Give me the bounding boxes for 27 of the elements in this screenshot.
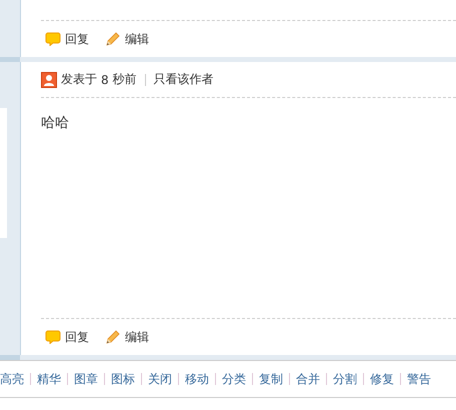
pencil-icon xyxy=(105,329,121,345)
author-only-link[interactable]: 只看该作者 xyxy=(154,71,214,88)
reply-link[interactable]: 回复 xyxy=(45,30,89,48)
time-unit: 秒前 xyxy=(112,71,137,88)
moderation-link[interactable]: 分割 xyxy=(333,370,357,388)
moderation-link[interactable]: 关闭 xyxy=(148,370,172,388)
pencil-icon xyxy=(105,31,121,47)
moderation-link[interactable]: 图标 xyxy=(111,370,135,388)
moderation-link[interactable]: 精华 xyxy=(37,370,61,388)
moderation-link[interactable]: 合并 xyxy=(296,370,320,388)
reply-link[interactable]: 回复 xyxy=(45,328,89,346)
moderation-link[interactable]: 分类 xyxy=(222,370,246,388)
moderation-link[interactable]: 修复 xyxy=(370,370,394,388)
edit-link[interactable]: 编辑 xyxy=(105,30,149,48)
moderation-link[interactable]: 高亮 xyxy=(0,370,24,388)
post-content: 哈哈 xyxy=(41,114,69,132)
moderation-link[interactable]: 警告 xyxy=(407,370,431,388)
user-avatar-icon xyxy=(41,72,57,88)
time-number: 8 xyxy=(101,72,109,86)
speech-bubble-icon xyxy=(45,32,61,46)
moderation-link[interactable]: 移动 xyxy=(185,370,209,388)
speech-bubble-icon xyxy=(45,330,61,344)
edit-link[interactable]: 编辑 xyxy=(105,328,149,346)
posted-label: 发表于 xyxy=(61,71,97,88)
moderation-link[interactable]: 复制 xyxy=(259,370,283,388)
sidebar-background xyxy=(0,0,21,57)
moderation-link[interactable]: 图章 xyxy=(74,370,98,388)
